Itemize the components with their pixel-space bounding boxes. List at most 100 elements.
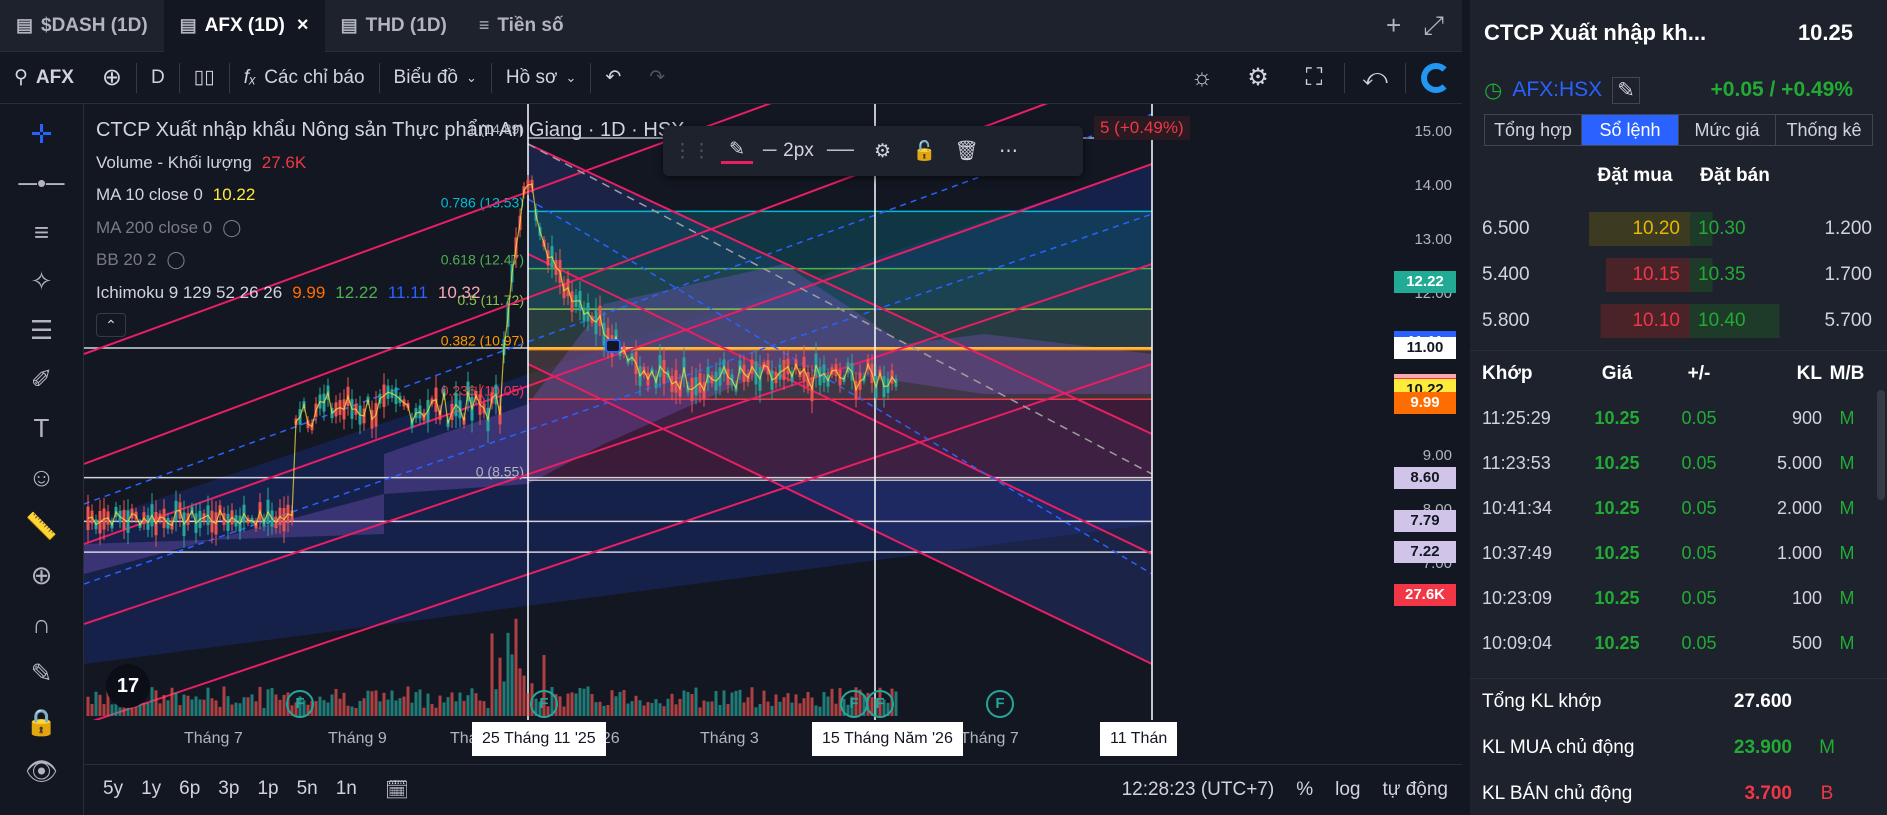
- volume-bar: [218, 706, 222, 716]
- range-5y[interactable]: 5y: [94, 778, 132, 802]
- tab-price-levels[interactable]: Mức giá: [1679, 115, 1776, 145]
- gear-icon: ⚙: [1247, 64, 1269, 91]
- tab-order-book[interactable]: Sổ lệnh: [1582, 115, 1679, 145]
- financial-event-icon[interactable]: F: [986, 690, 1014, 718]
- undo-button[interactable]: ↶: [591, 52, 635, 104]
- financial-event-icon[interactable]: F: [866, 690, 894, 718]
- magnet-icon[interactable]: ∩: [22, 606, 62, 642]
- profile-menu-button[interactable]: Hồ sơ ⌄: [492, 52, 590, 104]
- tab-afx[interactable]: ▤ AFX (1D) ×: [163, 0, 325, 52]
- volume-bar: [182, 694, 186, 716]
- brand-logo[interactable]: [1410, 52, 1462, 104]
- range-1m[interactable]: 1p: [248, 778, 287, 802]
- volume-value: 27.6K: [261, 152, 307, 172]
- orderbook-row[interactable]: 6.500 10.20 10.30 1.200: [1470, 206, 1887, 252]
- price-axis[interactable]: 15.0014.0013.0012.0011.0010.009.008.007.…: [1384, 104, 1462, 764]
- chart-menu-button[interactable]: Biểu đồ ⌄: [380, 52, 491, 104]
- financial-event-icon[interactable]: F: [840, 690, 868, 718]
- trades-list[interactable]: 11:25:29 10.25 0.05 900 M 11:23:53 10.25 0.05 5.…: [1470, 396, 1887, 666]
- pencil-icon[interactable]: ✎: [721, 138, 753, 164]
- financial-event-icon[interactable]: F: [286, 690, 314, 718]
- volume-bar: [702, 700, 706, 716]
- horizontal-line-icon[interactable]: ─•─: [19, 165, 65, 201]
- volume-bar: [446, 697, 450, 716]
- drag-handle-icon[interactable]: ⋮⋮: [673, 140, 711, 163]
- volume-bar: [586, 686, 590, 716]
- pattern-icon[interactable]: ✧: [22, 263, 62, 299]
- volume-bar: [466, 695, 470, 716]
- expand-icon[interactable]: ⤢: [1423, 10, 1444, 42]
- lock-pencil-icon[interactable]: ✎: [22, 655, 62, 691]
- indicators-button[interactable]: fₓ Các chỉ báo: [230, 52, 379, 104]
- trade-volume: 100: [1791, 588, 1822, 608]
- tab-statistics[interactable]: Thống kê: [1776, 115, 1872, 145]
- unlock-icon[interactable]: 🔓: [908, 139, 940, 163]
- range-1y[interactable]: 1y: [132, 778, 170, 802]
- gear-icon[interactable]: ⚙: [866, 140, 898, 163]
- indicators-label: Các chỉ báo: [264, 66, 365, 88]
- symbol-search[interactable]: ⚲ AFX: [0, 52, 88, 104]
- fullscreen-button[interactable]: ⛶: [1288, 52, 1340, 104]
- eye-off-icon[interactable]: ◯: [167, 244, 186, 277]
- company-name: CTCP Xuất nhập kh...: [1484, 20, 1707, 45]
- range-3m[interactable]: 3p: [209, 778, 248, 802]
- range-6m[interactable]: 6p: [170, 778, 209, 802]
- log-toggle[interactable]: log: [1335, 779, 1360, 801]
- projection-icon[interactable]: ☰: [22, 312, 62, 348]
- tab-label: Tiền số: [497, 14, 564, 36]
- interval-button[interactable]: D: [137, 52, 179, 104]
- tradingview-logo[interactable]: 17: [106, 664, 150, 708]
- range-5d[interactable]: 5n: [288, 778, 327, 802]
- time-badge: 25 Tháng 11 '25: [472, 722, 606, 756]
- settings-button[interactable]: ⚙: [1232, 52, 1284, 104]
- lock-icon[interactable]: 🔒: [22, 704, 62, 740]
- volume-bar: [598, 701, 602, 716]
- orderbook-row[interactable]: 5.400 10.15 10.35 1.700: [1470, 252, 1887, 298]
- percent-toggle[interactable]: %: [1296, 779, 1313, 801]
- crosshair-icon[interactable]: ✛: [22, 116, 62, 152]
- trade-row: 10:23:09 10.25 0.05 100 M: [1470, 576, 1887, 621]
- volume-bar: [238, 703, 242, 716]
- volume-bar: [830, 688, 834, 716]
- logo-icon: [1421, 62, 1451, 93]
- line-width-button[interactable]: ─ 2px: [763, 140, 814, 162]
- edit-icon[interactable]: ✎: [1612, 76, 1640, 104]
- brush-icon[interactable]: ✐: [22, 361, 62, 397]
- volume-bar: [822, 692, 826, 716]
- fib-icon[interactable]: ≡: [22, 214, 62, 250]
- line-style-icon[interactable]: ──: [824, 140, 856, 162]
- plus-circle-icon: ⊕: [101, 64, 123, 91]
- tab-tien-so[interactable]: ≡ Tiền số: [463, 0, 580, 52]
- date-range-icon[interactable]: 🗓: [376, 778, 418, 802]
- financial-event-icon[interactable]: F: [530, 690, 558, 718]
- add-tab-icon[interactable]: +: [1386, 10, 1401, 42]
- collapse-legend-button[interactable]: ⌃: [96, 313, 126, 337]
- tab-thd[interactable]: ▤ THD (1D): [325, 0, 463, 52]
- chart-pane[interactable]: 1 (14.89) 0.786 (13.53) 0.618 (12.47) 0.5 (…: [84, 104, 1462, 764]
- scrollbar[interactable]: [1877, 390, 1885, 500]
- emoji-icon[interactable]: ☺: [22, 459, 62, 495]
- compare-button[interactable]: ⊕: [88, 52, 136, 104]
- range-1d[interactable]: 1n: [327, 778, 366, 802]
- zoom-in-icon[interactable]: ⊕: [22, 557, 62, 593]
- tab-dash[interactable]: ▤ $DASH (1D): [0, 0, 164, 52]
- text-icon[interactable]: T: [22, 410, 62, 446]
- volume-bar: [654, 699, 658, 716]
- orderbook-row[interactable]: 5.800 10.10 10.40 5.700: [1470, 298, 1887, 344]
- alert-button[interactable]: ☼: [1176, 52, 1228, 104]
- share-button[interactable]: ⤺: [1349, 52, 1401, 104]
- tab-summary[interactable]: Tổng hợp: [1485, 115, 1582, 145]
- volume-bar: [502, 681, 506, 716]
- more-icon[interactable]: ⋯: [992, 140, 1024, 163]
- trades-col-volume: KL: [1796, 362, 1822, 384]
- auto-toggle[interactable]: tự động: [1382, 779, 1448, 801]
- candle-type-button[interactable]: ▯▯: [180, 52, 229, 104]
- eye-icon[interactable]: 👁: [22, 753, 62, 789]
- time-axis[interactable]: Tháng 7Tháng 9Thá2026Tháng 3Tháng 725 Th…: [84, 720, 1384, 764]
- symbol-code[interactable]: AFX:HSX: [1512, 78, 1602, 102]
- ruler-icon[interactable]: 📏: [22, 508, 62, 544]
- redo-button[interactable]: ↷: [635, 52, 679, 104]
- trash-icon[interactable]: 🗑: [950, 139, 982, 163]
- close-icon[interactable]: ×: [297, 14, 309, 37]
- eye-off-icon[interactable]: ◯: [222, 212, 241, 245]
